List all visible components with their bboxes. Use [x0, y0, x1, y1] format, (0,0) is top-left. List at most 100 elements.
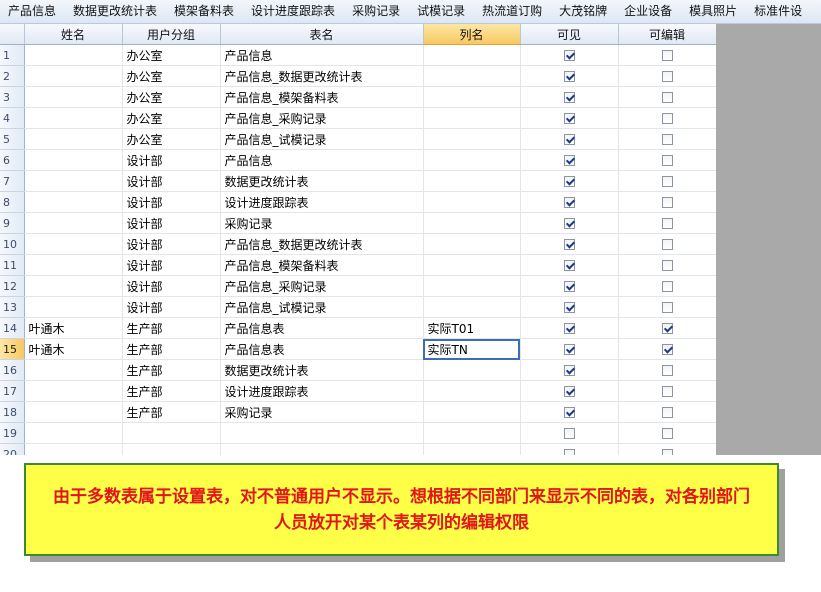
- editable-checkbox[interactable]: [661, 155, 673, 166]
- cell-name[interactable]: [24, 86, 123, 108]
- cell-group[interactable]: [122, 443, 221, 455]
- editable-checkbox[interactable]: [661, 92, 673, 103]
- sheet-tab[interactable]: 采购记录: [344, 0, 409, 23]
- cell-group[interactable]: 设计部: [122, 170, 221, 192]
- cell-column[interactable]: [423, 128, 521, 150]
- cell-name[interactable]: [24, 107, 123, 129]
- column-header-table[interactable]: 表名: [220, 24, 424, 45]
- cell-group[interactable]: 设计部: [122, 254, 221, 276]
- cell-name[interactable]: [24, 65, 123, 87]
- row-number[interactable]: 12: [0, 275, 25, 297]
- row-number[interactable]: 8: [0, 191, 25, 213]
- visible-checkbox[interactable]: [563, 281, 575, 292]
- editable-checkbox[interactable]: [661, 134, 673, 145]
- cell-column[interactable]: [423, 86, 521, 108]
- visible-checkbox[interactable]: [563, 71, 575, 82]
- row-number[interactable]: 15: [0, 338, 25, 360]
- visible-checkbox[interactable]: [563, 365, 575, 376]
- editable-checkbox[interactable]: [661, 176, 673, 187]
- visible-checkbox[interactable]: [563, 344, 575, 355]
- row-number[interactable]: 11: [0, 254, 25, 276]
- cell-table[interactable]: 设计进度跟踪表: [220, 191, 424, 213]
- cell-group[interactable]: 生产部: [122, 401, 221, 423]
- visible-checkbox[interactable]: [563, 407, 575, 418]
- cell-group[interactable]: [122, 422, 221, 444]
- row-number[interactable]: 6: [0, 149, 25, 171]
- editable-checkbox[interactable]: [661, 428, 673, 439]
- cell-group[interactable]: 生产部: [122, 359, 221, 381]
- cell-table[interactable]: [220, 422, 424, 444]
- cell-group[interactable]: 办公室: [122, 86, 221, 108]
- row-number[interactable]: 19: [0, 422, 25, 444]
- cell-table[interactable]: 采购记录: [220, 401, 424, 423]
- cell-table[interactable]: 产品信息_数据更改统计表: [220, 65, 424, 87]
- visible-checkbox[interactable]: [563, 449, 575, 455]
- cell-name[interactable]: [24, 149, 123, 171]
- cell-table[interactable]: 产品信息_模架备料表: [220, 86, 424, 108]
- cell-column[interactable]: [423, 233, 521, 255]
- sheet-tab[interactable]: 大茂铭牌: [551, 0, 616, 23]
- cell-name[interactable]: [24, 233, 123, 255]
- row-number[interactable]: 2: [0, 65, 25, 87]
- cell-column[interactable]: [423, 107, 521, 129]
- editable-checkbox[interactable]: [661, 302, 673, 313]
- cell-table[interactable]: 产品信息: [220, 44, 424, 66]
- column-header-editable[interactable]: 可编辑: [618, 24, 716, 45]
- cell-column[interactable]: [423, 212, 521, 234]
- cell-group[interactable]: 生产部: [122, 338, 221, 360]
- cell-column[interactable]: [423, 254, 521, 276]
- cell-column[interactable]: [423, 443, 521, 455]
- editable-checkbox[interactable]: [661, 113, 673, 124]
- sheet-tab[interactable]: 产品信息: [0, 0, 65, 23]
- row-number[interactable]: 1: [0, 44, 25, 66]
- editable-checkbox[interactable]: [661, 365, 673, 376]
- column-header-visible[interactable]: 可见: [520, 24, 619, 45]
- row-number[interactable]: 16: [0, 359, 25, 381]
- cell-name[interactable]: [24, 212, 123, 234]
- cell-name[interactable]: [24, 128, 123, 150]
- cell-column[interactable]: [423, 65, 521, 87]
- cell-column[interactable]: [423, 149, 521, 171]
- cell-name[interactable]: [24, 44, 123, 66]
- visible-checkbox[interactable]: [563, 386, 575, 397]
- cell-table[interactable]: 产品信息表: [220, 338, 424, 360]
- cell-name[interactable]: [24, 359, 123, 381]
- cell-name[interactable]: [24, 296, 123, 318]
- editable-checkbox[interactable]: [661, 407, 673, 418]
- cell-group[interactable]: 办公室: [122, 128, 221, 150]
- cell-table[interactable]: 产品信息_模架备料表: [220, 254, 424, 276]
- visible-checkbox[interactable]: [563, 92, 575, 103]
- visible-checkbox[interactable]: [563, 260, 575, 271]
- cell-group[interactable]: 办公室: [122, 65, 221, 87]
- visible-checkbox[interactable]: [563, 239, 575, 250]
- visible-checkbox[interactable]: [563, 176, 575, 187]
- cell-column[interactable]: [423, 359, 521, 381]
- cell-table[interactable]: 产品信息_试模记录: [220, 128, 424, 150]
- cell-name[interactable]: [24, 254, 123, 276]
- cell-column[interactable]: 实际T01: [423, 317, 521, 339]
- cell-table[interactable]: 产品信息_采购记录: [220, 107, 424, 129]
- cell-column[interactable]: [423, 170, 521, 192]
- visible-checkbox[interactable]: [563, 113, 575, 124]
- row-number[interactable]: 18: [0, 401, 25, 423]
- sheet-tab[interactable]: 设计进度跟踪表: [243, 0, 344, 23]
- visible-checkbox[interactable]: [563, 197, 575, 208]
- cell-name[interactable]: 叶通木: [24, 338, 123, 360]
- editable-checkbox[interactable]: [661, 281, 673, 292]
- editable-checkbox[interactable]: [661, 386, 673, 397]
- cell-column[interactable]: [423, 296, 521, 318]
- visible-checkbox[interactable]: [563, 134, 575, 145]
- editable-checkbox[interactable]: [661, 260, 673, 271]
- cell-name[interactable]: [24, 443, 123, 455]
- cell-column[interactable]: [423, 191, 521, 213]
- editable-checkbox[interactable]: [661, 239, 673, 250]
- sheet-tab[interactable]: 试模记录: [409, 0, 474, 23]
- editable-checkbox[interactable]: [661, 218, 673, 229]
- cell-group[interactable]: 设计部: [122, 296, 221, 318]
- sheet-tab[interactable]: 模具照片: [681, 0, 746, 23]
- cell-group[interactable]: 生产部: [122, 380, 221, 402]
- cell-name[interactable]: [24, 191, 123, 213]
- cell-name[interactable]: [24, 170, 123, 192]
- sheet-tab[interactable]: 热流道订购: [474, 0, 551, 23]
- cell-column[interactable]: [423, 401, 521, 423]
